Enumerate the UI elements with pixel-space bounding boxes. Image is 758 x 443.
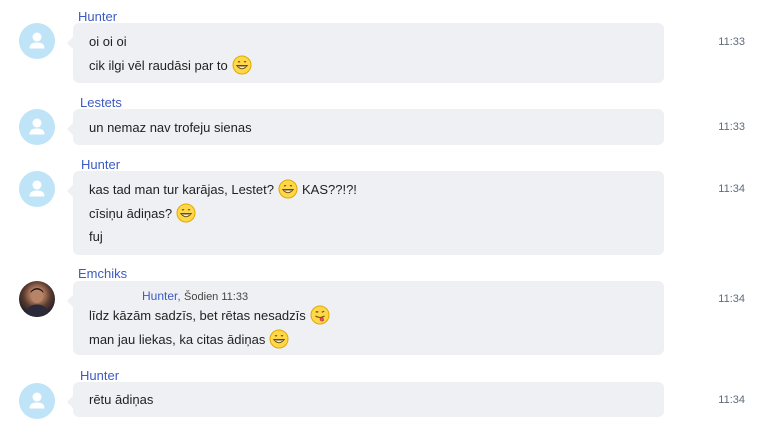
message-group: Hunter kas tad man tur karājas, Lestet? …: [0, 152, 758, 260]
message-timestamp: 11:33: [718, 121, 745, 133]
user-photo-icon: [26, 288, 48, 317]
tongue-out-emoji-icon: [310, 305, 330, 325]
avatar[interactable]: [19, 109, 55, 145]
sender-name[interactable]: Hunter: [78, 9, 117, 24]
user-silhouette-icon: [29, 180, 45, 197]
message-group: Hunter oi oi oi cik ilgi vēl raudāsi par…: [0, 0, 758, 90]
message-text-line: cīsiņu ādiņas?: [89, 203, 196, 223]
message-timestamp: 11:34: [718, 183, 745, 195]
message-bubble[interactable]: rētu ādiņas: [67, 382, 664, 417]
message-timestamp: 11:34: [718, 394, 745, 406]
grinning-emoji-icon: [269, 329, 289, 349]
reply-timestamp: Šodien 11:33: [184, 291, 249, 303]
message-group: Hunter rētu ādiņas 11:34: [0, 364, 758, 424]
avatar[interactable]: [19, 383, 55, 419]
reply-author: Hunter,: [142, 289, 181, 303]
reply-quote-header[interactable]: Hunter, Šodien 11:33: [142, 289, 248, 303]
message-bubble[interactable]: kas tad man tur karājas, Lestet? KAS??!?…: [67, 171, 664, 255]
message-bubble[interactable]: oi oi oi cik ilgi vēl raudāsi par to: [67, 23, 664, 83]
message-timestamp: 11:34: [718, 293, 745, 305]
message-text-line: man jau liekas, ka citas ādiņas: [89, 329, 289, 349]
message-group: Emchiks Hunter, Šodien 11:33 līdz kāzām …: [0, 262, 758, 362]
message-text-line: fuj: [89, 228, 103, 244]
message-timestamp: 11:33: [718, 36, 745, 48]
message-text-line: oi oi oi: [89, 33, 127, 49]
avatar[interactable]: [19, 281, 55, 317]
avatar[interactable]: [19, 171, 55, 207]
sender-name[interactable]: Hunter: [80, 368, 119, 383]
avatar[interactable]: [19, 23, 55, 59]
user-silhouette-icon: [29, 32, 45, 49]
grinning-emoji-icon: [278, 179, 298, 199]
message-text-line: un nemaz nav trofeju sienas: [89, 119, 252, 135]
message-text-line: rētu ādiņas: [89, 391, 154, 407]
message-text-line: līdz kāzām sadzīs, bet rētas nesadzīs: [89, 305, 330, 325]
user-silhouette-icon: [29, 392, 45, 409]
message-text-line: kas tad man tur karājas, Lestet? KAS??!?…: [89, 179, 357, 199]
message-group: Lestets un nemaz nav trofeju sienas 11:3…: [0, 90, 758, 150]
grinning-emoji-icon: [176, 203, 196, 223]
message-bubble[interactable]: un nemaz nav trofeju sienas: [67, 109, 664, 145]
sender-name[interactable]: Emchiks: [78, 266, 127, 281]
sender-name[interactable]: Lestets: [80, 95, 122, 110]
message-bubble[interactable]: Hunter, Šodien 11:33 līdz kāzām sadzīs, …: [67, 281, 664, 355]
sender-name[interactable]: Hunter: [81, 157, 120, 172]
message-text-line: cik ilgi vēl raudāsi par to: [89, 55, 252, 75]
grinning-emoji-icon: [232, 55, 252, 75]
user-silhouette-icon: [29, 118, 45, 135]
